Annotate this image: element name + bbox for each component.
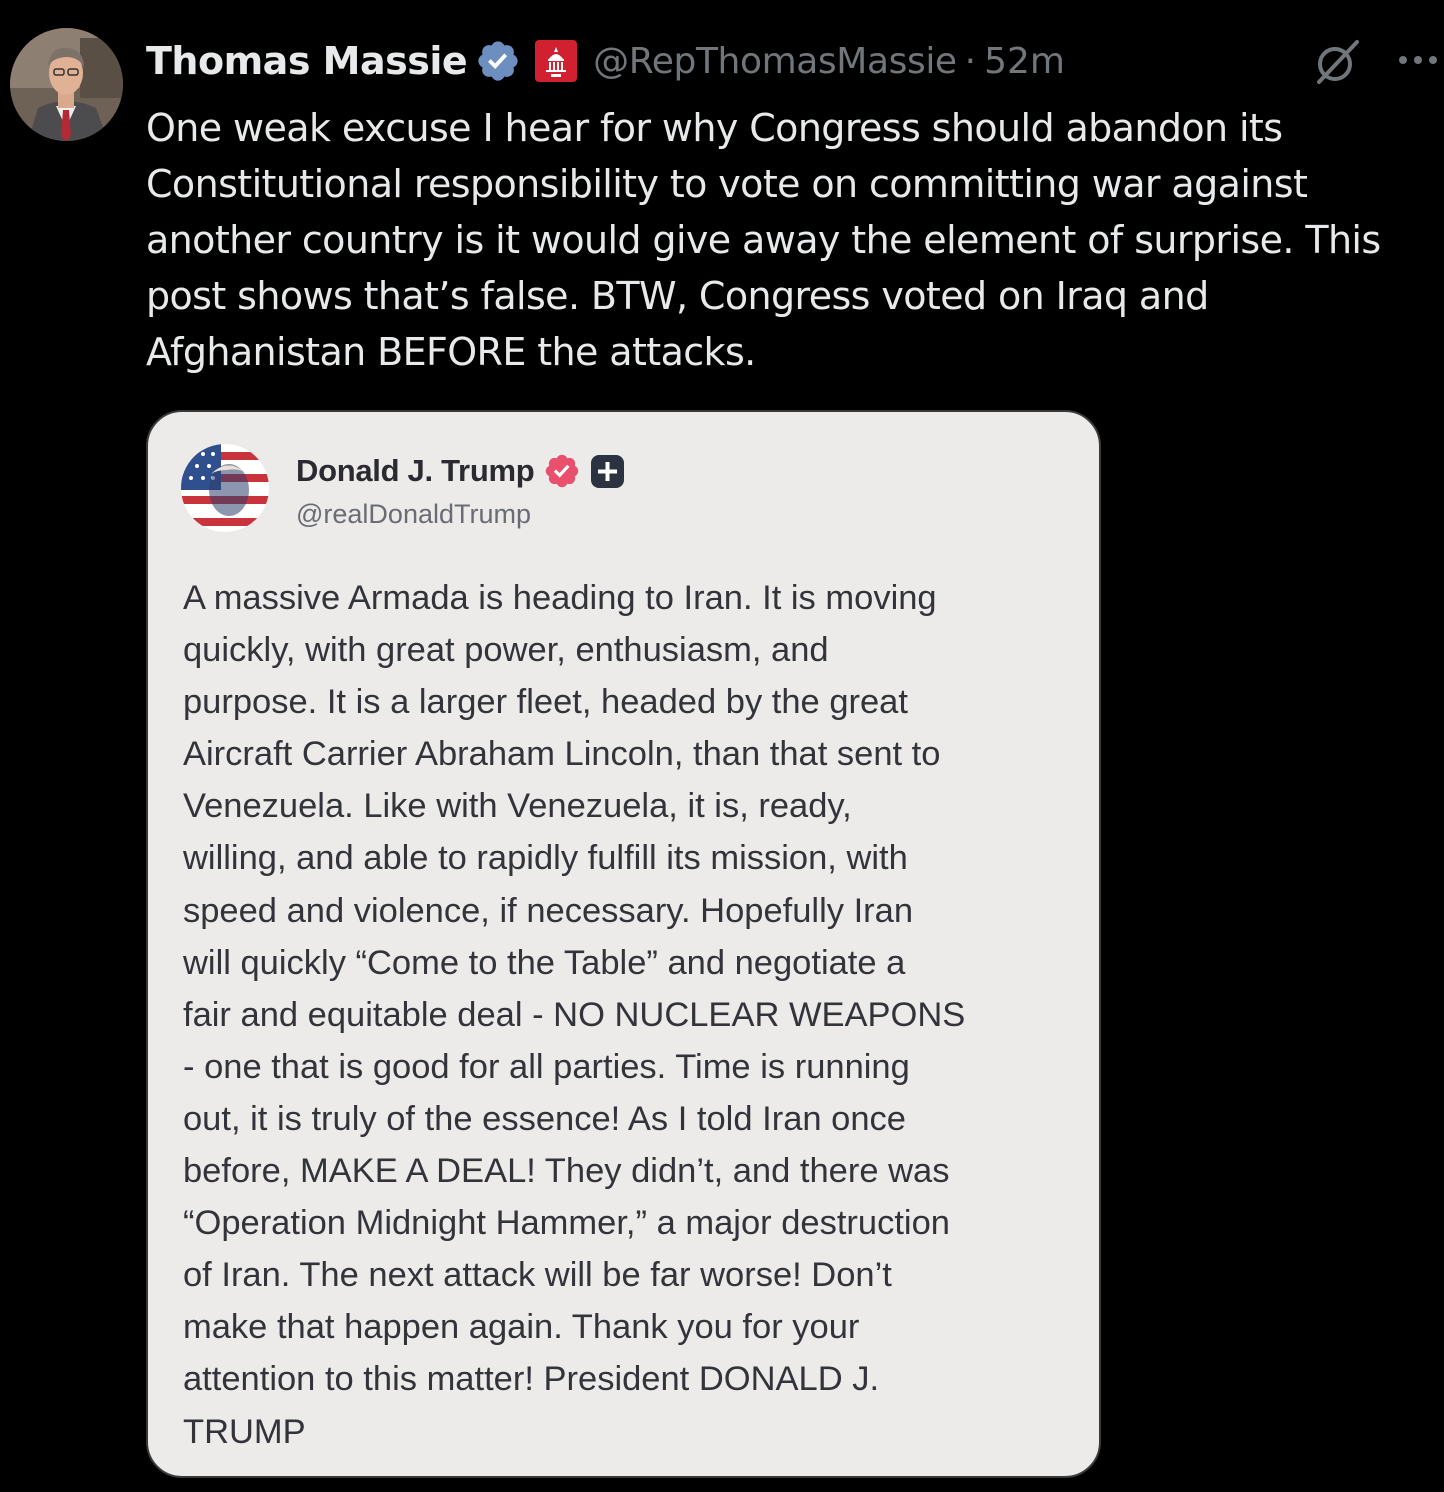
quoted-author-handle: @realDonaldTrump (296, 499, 531, 529)
more-options-icon[interactable] (1397, 52, 1439, 66)
quoted-body-line: TRUMP (183, 1412, 306, 1451)
tweet-text: One weak excuse I hear for why Congress … (146, 100, 1426, 380)
quoted-verified-badge-icon (543, 452, 581, 490)
quoted-body-line: out, it is truly of the essence! As I to… (183, 1099, 906, 1138)
author-avatar[interactable] (10, 28, 123, 141)
quoted-body-line: speed and violence, if necessary. Hopefu… (183, 891, 914, 930)
tweet-header: Thomas Massie @RepThomasMassie · 52m (146, 32, 1065, 90)
tweet-timestamp[interactable]: 52m (984, 41, 1065, 82)
author-handle[interactable]: @RepThomasMassie (593, 41, 957, 82)
capitol-gop-badge-icon[interactable] (535, 40, 578, 82)
tweet-text-line: One weak excuse I hear for why Congress … (146, 106, 1283, 150)
quoted-body-line: “Operation Midnight Hammer,” a major des… (183, 1204, 950, 1243)
quoted-post-body: A massive Armada is heading to Iran. It … (183, 572, 1083, 1458)
quoted-body-line: purpose. It is a larger fleet, headed by… (183, 683, 908, 722)
tweet-text-line: post shows that’s false. BTW, Congress v… (146, 274, 1209, 318)
meta-separator: · (964, 40, 977, 82)
quoted-body-line: quickly, with great power, enthusiasm, a… (183, 631, 829, 670)
tweet-text-line: Afghanistan BEFORE the attacks. (146, 330, 756, 374)
quoted-body-line: Aircraft Carrier Abraham Lincoln, than t… (183, 735, 941, 774)
quoted-body-line: make that happen again. Thank you for yo… (183, 1308, 860, 1347)
quoted-body-line: willing, and able to rapidly fulfill its… (183, 839, 908, 878)
quoted-body-line: before, MAKE A DEAL! They didn’t, and th… (183, 1152, 950, 1191)
quoted-body-line: A massive Armada is heading to Iran. It … (183, 579, 937, 617)
quoted-body-line: - one that is good for all parties. Time… (183, 1047, 910, 1086)
quoted-body-line: fair and equitable deal - NO NUCLEAR WEA… (183, 995, 966, 1034)
attached-image[interactable]: Donald J. Trump @realDonaldTrump A massi… (146, 410, 1101, 1478)
verified-badge-icon[interactable] (475, 38, 521, 84)
quoted-author-display-name: Donald J. Trump (296, 453, 535, 488)
plus-badge-icon (591, 454, 625, 488)
quoted-body-line: of Iran. The next attack will be far wor… (183, 1256, 892, 1295)
quoted-body-line: will quickly “Come to the Table” and neg… (183, 943, 906, 982)
quoted-body-line: Venezuela. Like with Venezuela, it is, r… (183, 787, 852, 826)
quoted-author-avatar (181, 444, 269, 532)
grok-icon[interactable] (1313, 38, 1361, 86)
quoted-body-line: attention to this matter! President DONA… (183, 1360, 880, 1399)
tweet-text-line: Constitutional responsibility to vote on… (146, 162, 1308, 206)
quoted-author-name-row: Donald J. Trump (296, 452, 625, 490)
tweet-text-line: another country is it would give away th… (146, 218, 1381, 262)
author-display-name[interactable]: Thomas Massie (146, 39, 468, 83)
